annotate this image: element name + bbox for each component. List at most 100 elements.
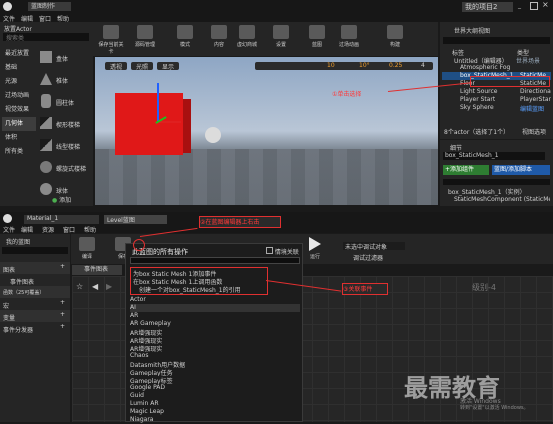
graph-favorite-icon[interactable]: ☆ xyxy=(76,282,83,291)
toolbar-marketplace[interactable]: 虚幻商城 xyxy=(233,23,261,55)
toolbar-modes[interactable]: 模式 xyxy=(171,23,199,55)
outliner-row-sky[interactable]: Sky Sphere 编辑蓝图 xyxy=(442,104,551,113)
category-geometry[interactable]: 几何体 xyxy=(2,117,36,131)
content-icon xyxy=(211,25,227,39)
category-magic-leap[interactable]: Magic Leap xyxy=(130,408,300,416)
row-event-graph[interactable]: 事件图表 xyxy=(0,274,70,286)
bp-menu-file[interactable]: 文件 xyxy=(3,225,15,234)
toolbar-save[interactable]: 保存当前关卡 xyxy=(97,23,125,55)
close-button[interactable]: × xyxy=(542,0,549,9)
category-gameplay-tags[interactable]: Gameplay标签 xyxy=(130,376,300,384)
row-variables[interactable]: 变量 + xyxy=(0,310,70,322)
category-ar-aug-2[interactable]: AR增强现实 xyxy=(130,336,300,344)
maximize-button[interactable] xyxy=(530,2,538,10)
details-component-row[interactable]: StaticMeshComponent (StaticMes xyxy=(454,196,550,203)
debug-target-select[interactable]: 未选中调试对象 xyxy=(343,242,405,250)
viewport-show-button[interactable]: 显示 xyxy=(157,62,179,71)
bp-menu-edit[interactable]: 编辑 xyxy=(21,225,33,234)
toolbar-settings[interactable]: 设置 xyxy=(267,23,295,55)
minimize-button[interactable]: _ xyxy=(518,2,526,10)
context-search-input[interactable] xyxy=(130,257,300,264)
toolbar-build[interactable]: 构建 xyxy=(381,23,409,55)
row-functions[interactable]: 函数（25可覆盖） xyxy=(0,286,70,298)
item-box[interactable]: 盒体 xyxy=(38,47,92,69)
category-google-pad[interactable]: Google PAD xyxy=(130,384,300,392)
toolbar-source-control[interactable]: 源码管理 xyxy=(131,23,159,55)
outliner-row-light[interactable]: Light Source Directiona xyxy=(442,88,551,96)
graph-back-icon[interactable]: ◀ xyxy=(92,282,98,291)
category-niagara[interactable]: Niagara xyxy=(130,416,300,424)
item-linear-stairs[interactable]: 线型楼梯 xyxy=(38,135,92,157)
bp-menu-window[interactable]: 窗口 xyxy=(63,225,75,234)
category-datasmith[interactable]: Datasmith用户数据 xyxy=(130,360,300,368)
category-ai[interactable]: AI xyxy=(130,304,300,312)
category-chaos[interactable]: Chaos xyxy=(130,352,300,360)
category-recent[interactable]: 最近放置 xyxy=(2,47,36,61)
blueprint-script-button[interactable]: 蓝图/添加脚本 xyxy=(492,165,550,175)
category-ar-aug-1[interactable]: AR增强现实 xyxy=(130,328,300,336)
item-spiral-stairs[interactable]: 螺旋式楼梯 xyxy=(38,157,92,179)
viewport-mode-button[interactable]: 透视 xyxy=(105,62,127,71)
category-list: 最近放置 基础 光源 过场动画 视觉效果 几何体 体积 所有类 xyxy=(2,47,36,177)
add-dispatcher-icon[interactable]: + xyxy=(60,323,65,330)
gizmo-z-axis[interactable] xyxy=(157,83,159,121)
category-ar-gameplay[interactable]: AR Gameplay xyxy=(130,320,300,328)
camera-speed-value[interactable]: 4 xyxy=(421,62,425,69)
row-dispatchers[interactable]: 事件分发器 + xyxy=(0,322,70,334)
category-lights[interactable]: 光源 xyxy=(2,75,36,89)
category-guid[interactable]: Guid xyxy=(130,392,300,400)
viewport[interactable]: 透视 光照 显示 10 10° 0.25 4 xyxy=(95,57,438,205)
red-box-mesh[interactable] xyxy=(115,93,183,155)
toolbar-content[interactable]: 内容 xyxy=(205,23,233,55)
level-tab[interactable]: 蓝图制作 xyxy=(28,2,71,11)
outliner-row-world[interactable]: Untitled（编辑器） 世界场景 xyxy=(442,56,551,65)
category-ar-aug-3[interactable]: AR增强现实 xyxy=(130,344,300,352)
rotate-snap-value[interactable]: 10° xyxy=(359,62,370,69)
save-icon xyxy=(103,25,119,39)
bp-tab-material[interactable]: Material_1 xyxy=(24,215,99,224)
category-gameplay-tasks[interactable]: Gameplay任务 xyxy=(130,368,300,376)
add-graph-icon[interactable]: + xyxy=(60,263,65,270)
item-wedge-stairs[interactable]: 楔形楼梯 xyxy=(38,113,92,135)
outliner-row-player-start[interactable]: Player Start PlayerStar xyxy=(442,96,551,104)
bp-tab-level-blueprint[interactable]: Level蓝图 xyxy=(104,215,167,224)
toolbar-cinematics[interactable]: 过场动画 xyxy=(335,23,363,55)
outliner-search[interactable] xyxy=(443,37,550,44)
bp-play-button[interactable]: 运行 xyxy=(301,235,329,267)
graph-forward-icon[interactable]: ▶ xyxy=(106,282,112,291)
bp-menu-help[interactable]: 帮助 xyxy=(84,225,96,234)
grid-snap-value[interactable]: 10 xyxy=(327,62,335,69)
category-basic[interactable]: 基础 xyxy=(2,61,36,75)
outliner-row-fog[interactable]: Atmospheric Fog xyxy=(442,64,551,72)
add-macro-icon[interactable]: + xyxy=(60,299,65,306)
event-create-reference[interactable]: 创建一个对box_StaticMesh_1的引用 xyxy=(139,285,265,294)
my-blueprint-search[interactable] xyxy=(2,247,68,254)
toolbar-blueprints[interactable]: 蓝图 xyxy=(303,23,331,55)
scale-snap-value[interactable]: 0.25 xyxy=(389,62,402,69)
player-start-icon[interactable] xyxy=(205,127,221,143)
row-graphs[interactable]: 图表 + xyxy=(0,262,70,274)
category-actor[interactable]: Actor xyxy=(130,296,300,304)
details-search[interactable] xyxy=(443,179,550,185)
add-variable-icon[interactable]: + xyxy=(60,311,65,318)
event-graph-tab[interactable]: 事件图表 xyxy=(72,265,122,275)
search-classes-input[interactable]: 搜索类 xyxy=(3,33,89,42)
category-lumin-ar[interactable]: Lumin AR xyxy=(130,400,300,408)
details-name-field[interactable]: box_StaticMesh_1 xyxy=(443,152,545,160)
item-cylinder[interactable]: 圆柱体 xyxy=(38,91,92,113)
category-ar[interactable]: AR xyxy=(130,312,300,320)
item-cone[interactable]: 椎体 xyxy=(38,69,92,91)
category-volumes[interactable]: 体积 xyxy=(2,131,36,145)
row-macros[interactable]: 宏 + xyxy=(0,298,70,310)
context-sensitive-toggle[interactable]: 情境关联 xyxy=(266,247,299,256)
category-all[interactable]: 所有类 xyxy=(2,145,36,159)
bp-menu-asset[interactable]: 资源 xyxy=(42,225,54,234)
add-button[interactable]: ● 添加 xyxy=(52,195,92,204)
bp-compile-button[interactable]: 编译 xyxy=(73,235,101,267)
category-cinematic[interactable]: 过场动画 xyxy=(2,89,36,103)
viewport-lit-button[interactable]: 光照 xyxy=(131,62,153,71)
add-component-button[interactable]: +添加组件 xyxy=(443,165,489,175)
category-visual[interactable]: 视觉效果 xyxy=(2,103,36,117)
view-options-button[interactable]: 视图选项 xyxy=(522,127,546,136)
details-instance-row[interactable]: box_StaticMesh_1（实例） xyxy=(448,187,548,196)
